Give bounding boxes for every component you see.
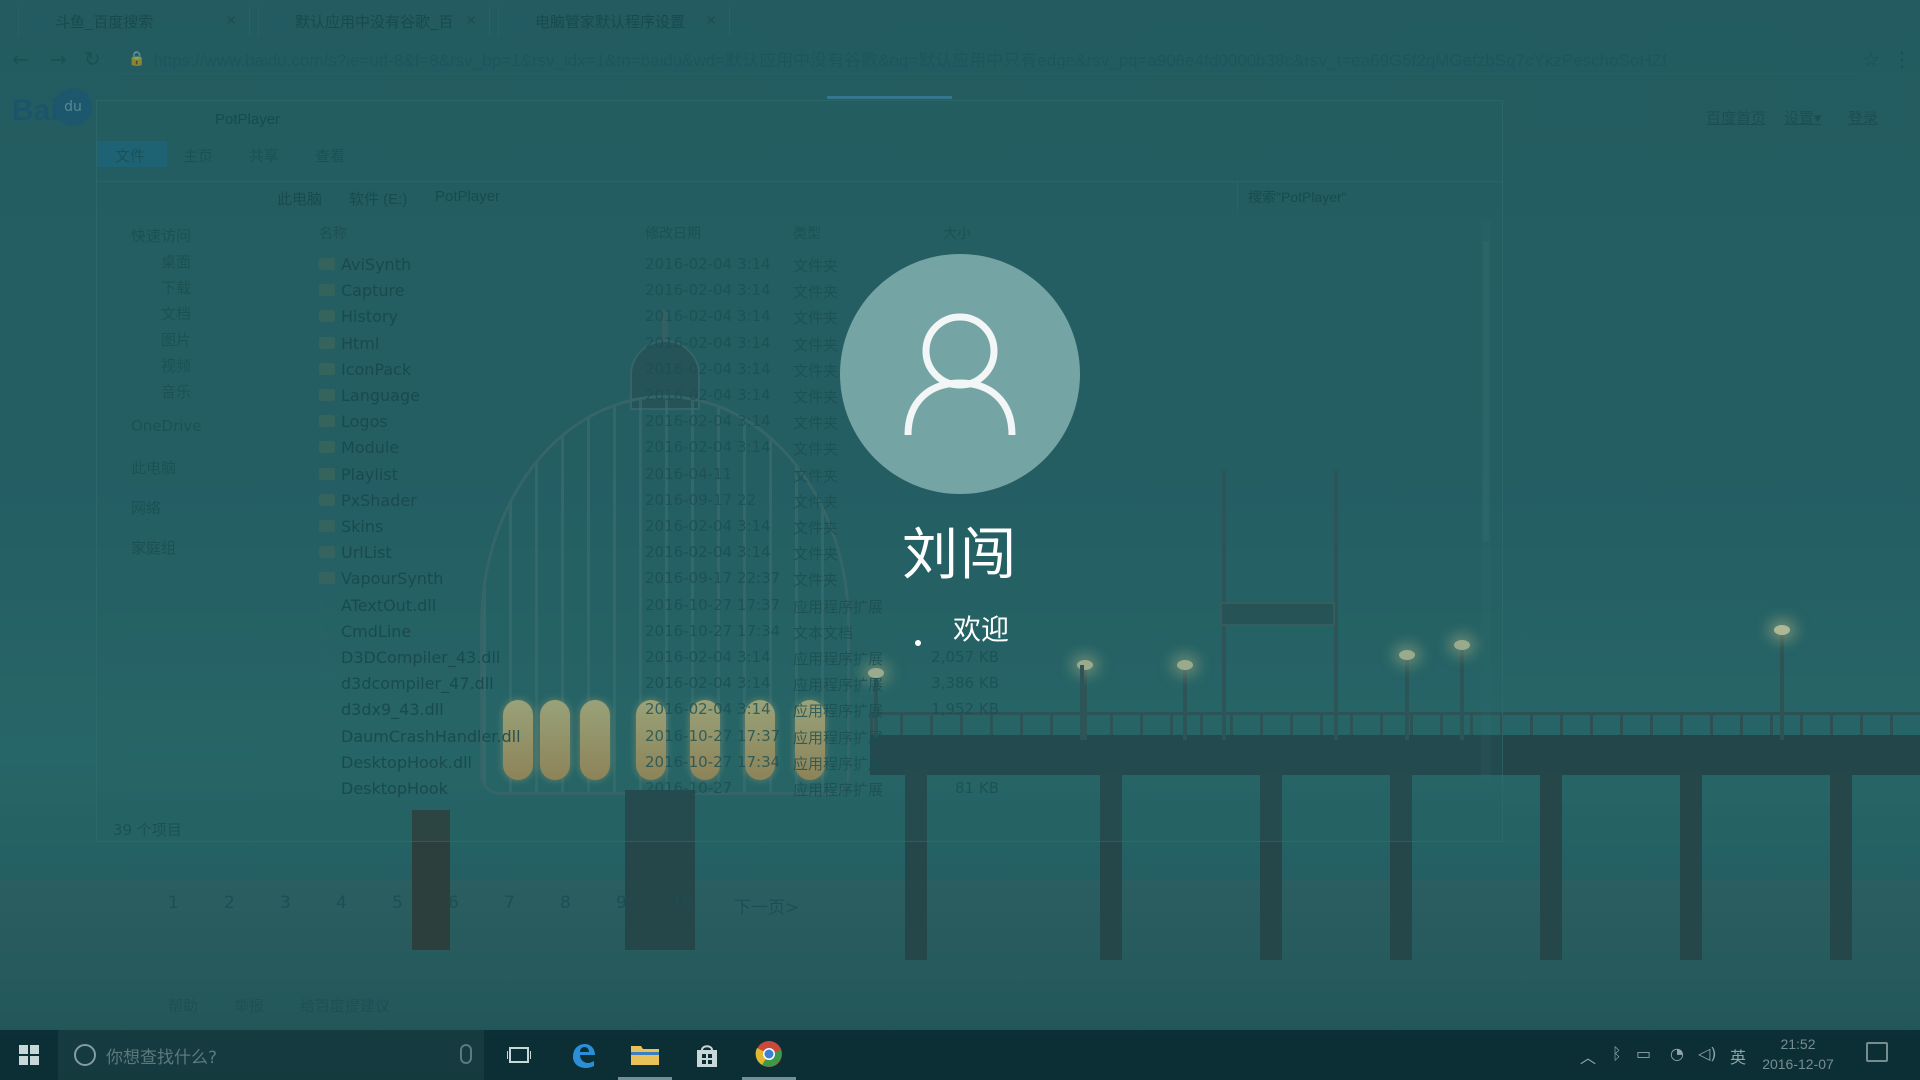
taskbar-chrome[interactable] [742, 1030, 796, 1080]
microphone-icon [460, 1044, 472, 1064]
volume-icon[interactable]: ◁) [1698, 1044, 1717, 1063]
start-button[interactable] [0, 1030, 58, 1080]
user-avatar [840, 254, 1080, 494]
clock-date: 2016-12-07 [1762, 1056, 1834, 1072]
action-center-icon[interactable] [1866, 1042, 1888, 1062]
task-view-icon [507, 1047, 531, 1063]
taskbar-clock[interactable]: 21:52 2016-12-07 [1738, 1034, 1858, 1074]
bluetooth-icon[interactable]: ᛒ [1612, 1044, 1622, 1063]
taskbar-file-explorer[interactable] [618, 1030, 672, 1080]
cortana-icon [74, 1044, 96, 1066]
file-explorer-icon [631, 1045, 659, 1065]
clock-time: 21:52 [1780, 1036, 1816, 1052]
chrome-icon [755, 1040, 782, 1067]
wifi-icon[interactable]: ◔ [1670, 1044, 1684, 1063]
store-icon [697, 1045, 717, 1067]
battery-icon[interactable]: ▭ [1636, 1044, 1651, 1063]
task-view-button[interactable] [492, 1030, 546, 1080]
user-silhouette-icon [904, 313, 1016, 436]
welcome-text: 欢迎 [953, 613, 1010, 646]
taskbar: 你想查找什么? ︿ ᛒ ▭ ◔ ◁) 英 21:52 2016-12-07 [0, 1030, 1920, 1080]
taskbar-edge[interactable] [556, 1030, 610, 1080]
taskbar-search-placeholder: 你想查找什么? [106, 1047, 218, 1068]
loading-spinner-dot [915, 640, 921, 646]
user-name: 刘闯 [902, 523, 1018, 588]
show-hidden-icons-icon[interactable]: ︿ [1580, 1044, 1596, 1068]
taskbar-store[interactable] [680, 1030, 734, 1080]
taskbar-search-box[interactable]: 你想查找什么? [58, 1030, 484, 1080]
edge-icon [573, 1044, 595, 1068]
windows-logo-icon [19, 1045, 39, 1065]
